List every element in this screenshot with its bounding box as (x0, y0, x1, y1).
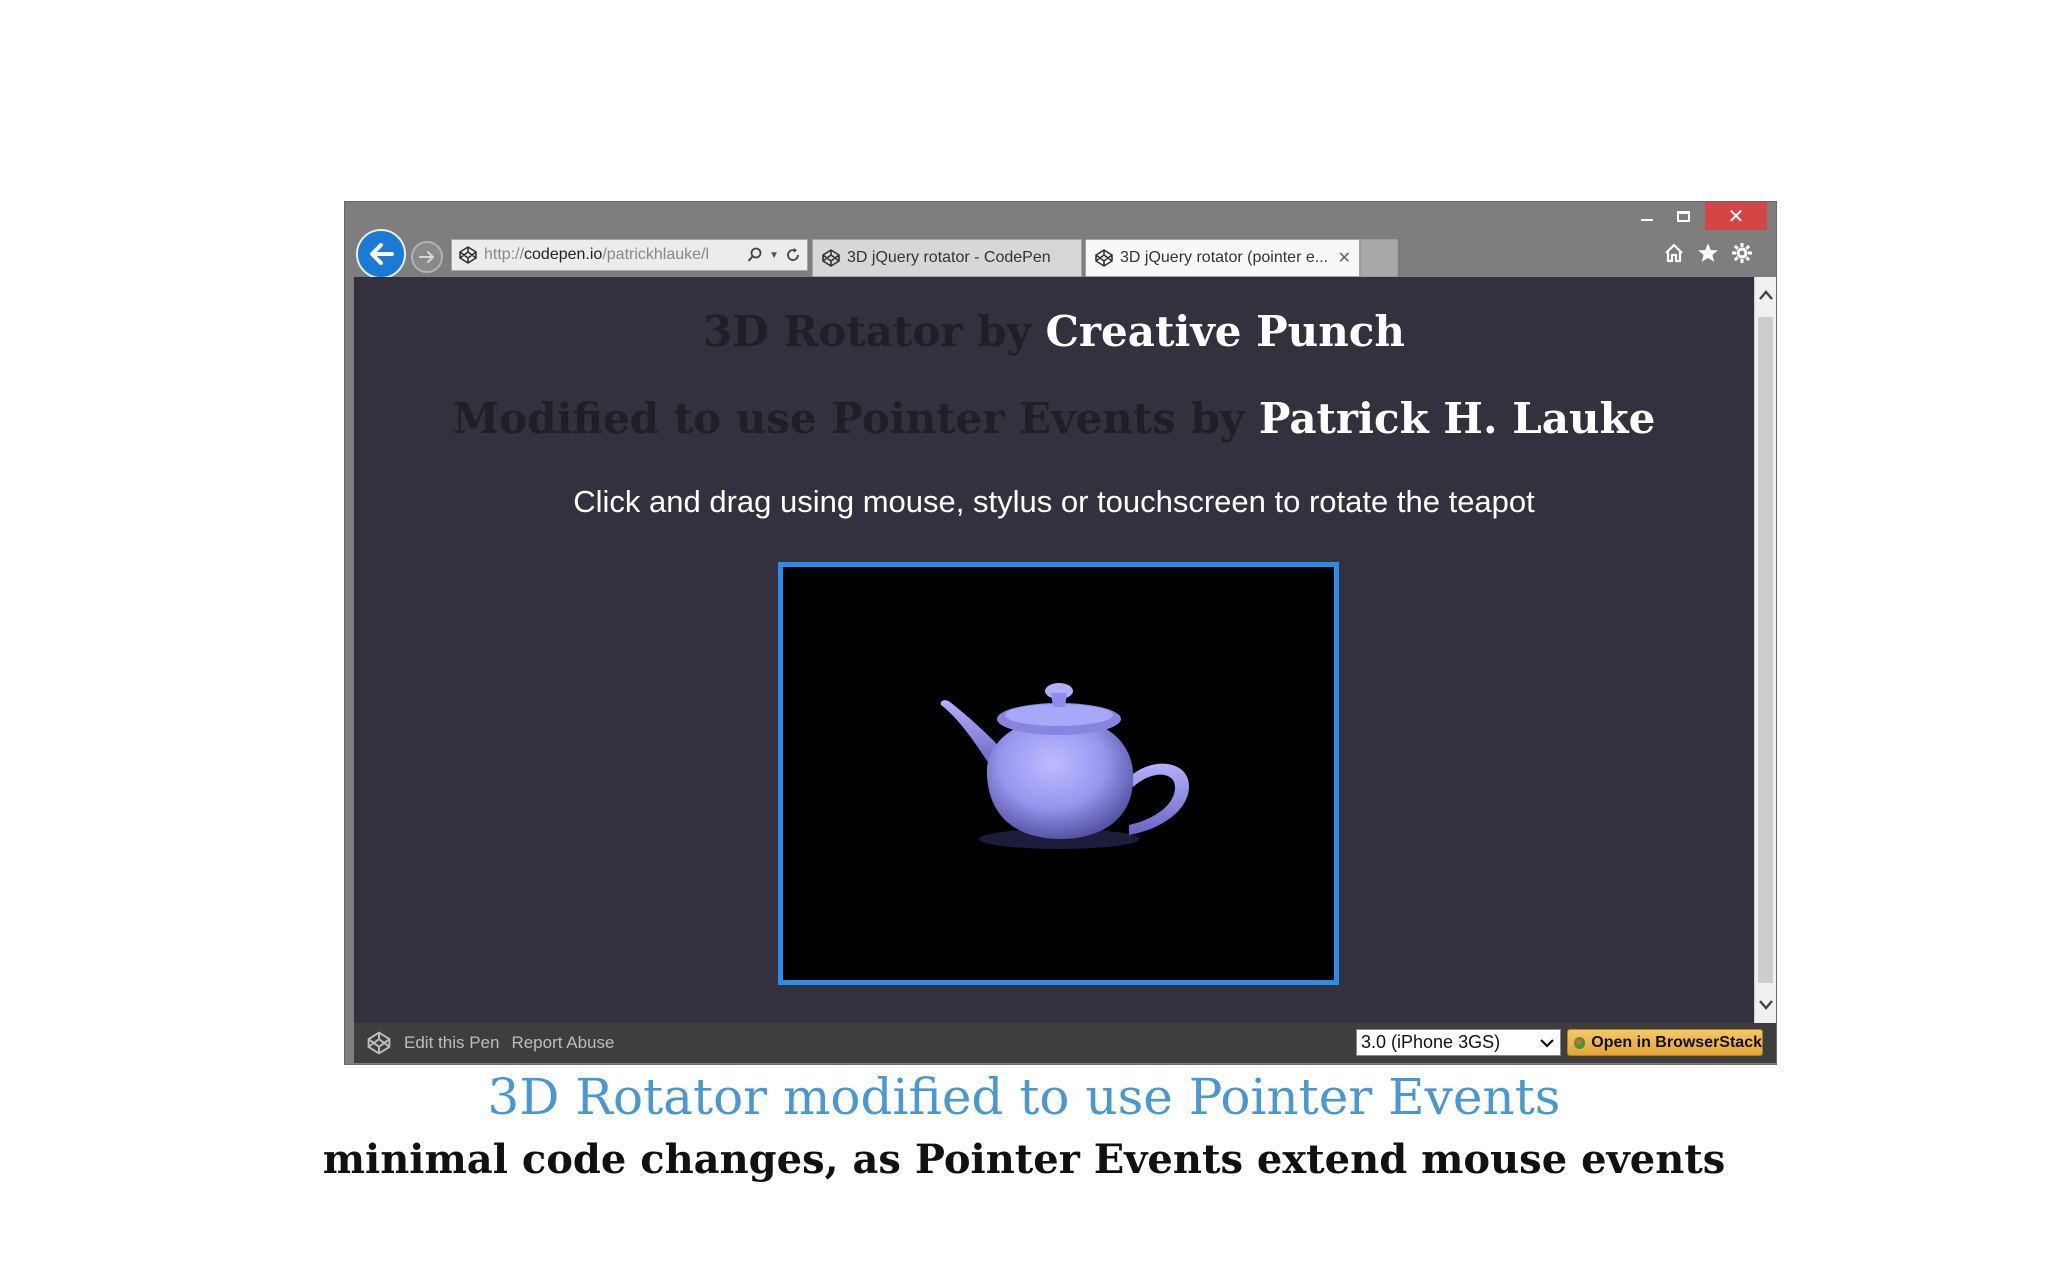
minimize-button[interactable] (1629, 202, 1665, 230)
address-url: http://codepen.io/patrickhlauke/l (484, 246, 741, 264)
address-icons: ▼ (741, 247, 807, 263)
slide-caption-subtitle: minimal code changes, as Pointer Events … (322, 1136, 1726, 1183)
codepen-icon (459, 246, 477, 264)
codepen-icon (822, 249, 840, 267)
chevron-down-icon (1540, 1039, 1554, 1048)
browser-window: ✕ http://codepen.io/patrickhlauke/l ▼ 3D… (344, 201, 1777, 1065)
tab-label: 3D jQuery rotator (pointer e... (1120, 249, 1329, 266)
report-abuse-link[interactable]: Report Abuse (511, 1033, 614, 1053)
scroll-down-button[interactable] (1755, 987, 1777, 1023)
browserstack-label: Open in BrowserStack (1591, 1033, 1762, 1051)
gear-icon[interactable] (1731, 242, 1753, 264)
subtitle-prefix: Modified to use Pointer Events by (452, 394, 1259, 443)
forward-button[interactable] (411, 241, 443, 273)
star-icon[interactable] (1697, 242, 1719, 264)
address-bar[interactable]: http://codepen.io/patrickhlauke/l ▼ (451, 239, 808, 271)
browserstack-button[interactable]: Open in BrowserStack (1567, 1029, 1763, 1056)
close-icon: ✕ (1727, 205, 1745, 228)
vertical-scrollbar[interactable] (1754, 277, 1776, 1023)
device-select[interactable]: 3.0 (iPhone 3GS) (1356, 1029, 1561, 1056)
new-tab-button[interactable] (1360, 239, 1398, 277)
chevron-down-icon (1759, 1000, 1773, 1010)
refresh-icon[interactable] (785, 247, 801, 263)
url-path: /patrickhlauke/l (602, 246, 710, 263)
page-title: 3D Rotator by Creative Punch (354, 307, 1754, 356)
codepen-icon (1095, 249, 1113, 267)
maximize-button[interactable] (1665, 202, 1701, 230)
browser-toolbar-icons (1663, 242, 1753, 264)
page-content: 3D Rotator by Creative Punch Modified to… (354, 277, 1754, 1023)
forward-arrow-icon (419, 251, 434, 263)
slide-caption-title: 3D Rotator modified to use Pointer Event… (487, 1068, 1561, 1126)
close-window-button[interactable]: ✕ (1705, 202, 1767, 230)
subtitle-author-link[interactable]: Patrick H. Lauke (1259, 394, 1655, 443)
codepen-footer: Edit this Pen Report Abuse 3.0 (iPhone 3… (354, 1023, 1776, 1063)
tab-close-icon[interactable]: ✕ (1332, 248, 1351, 268)
tab-codepen[interactable]: 3D jQuery rotator - CodePen (812, 239, 1082, 277)
chevron-up-icon (1759, 290, 1773, 300)
title-prefix: 3D Rotator by (703, 307, 1046, 356)
search-dropdown-icon[interactable]: ▼ (769, 250, 779, 261)
title-author-link[interactable]: Creative Punch (1046, 307, 1405, 356)
back-button[interactable] (356, 229, 406, 279)
instruction-text: Click and drag using mouse, stylus or to… (573, 484, 1535, 519)
maximize-icon (1676, 210, 1690, 222)
scrollbar-thumb[interactable] (1758, 317, 1773, 983)
minimize-icon (1641, 219, 1653, 221)
device-selected-value: 3.0 (iPhone 3GS) (1361, 1032, 1501, 1052)
teapot-canvas[interactable] (778, 562, 1339, 985)
browserstack-logo-icon (1574, 1036, 1586, 1049)
page-subtitle: Modified to use Pointer Events by Patric… (354, 394, 1754, 443)
home-icon[interactable] (1663, 242, 1685, 264)
teapot-render (940, 683, 1190, 849)
codepen-icon[interactable] (366, 1030, 392, 1056)
tab-label: 3D jQuery rotator - CodePen (847, 249, 1051, 266)
back-arrow-icon (370, 243, 394, 265)
url-host: codepen.io (524, 246, 603, 263)
tab-pointer-events[interactable]: 3D jQuery rotator (pointer e... ✕ (1085, 239, 1360, 277)
search-icon[interactable] (747, 247, 763, 263)
edit-pen-link[interactable]: Edit this Pen (404, 1033, 499, 1053)
scroll-up-button[interactable] (1755, 277, 1777, 313)
url-prefix: http:// (484, 246, 525, 263)
